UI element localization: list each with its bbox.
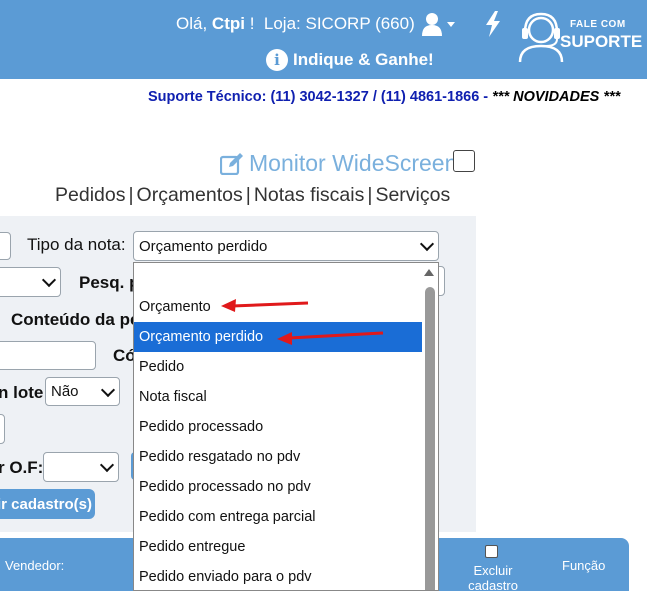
tab-notas-fiscais[interactable]: Notas fiscais bbox=[254, 184, 365, 206]
chevron-down-icon bbox=[41, 272, 57, 288]
option-pedido-processado-pdv[interactable]: Pedido processado no pdv bbox=[134, 472, 438, 502]
tab-separator: | bbox=[367, 184, 373, 206]
pesquisa-label: Pesq. p bbox=[79, 273, 140, 292]
of-select[interactable] bbox=[43, 452, 119, 482]
lote-select[interactable]: Não bbox=[45, 377, 120, 406]
chevron-down-icon bbox=[99, 457, 115, 473]
news-link[interactable]: *** NOVIDADES *** bbox=[492, 89, 620, 105]
support-phone-line: Suporte Técnico: (11) 3042-1327 / (11) 4… bbox=[148, 89, 620, 105]
option-pedido[interactable]: Pedido bbox=[134, 352, 438, 382]
indique-link[interactable]: i Indique & Ganhe! bbox=[266, 49, 434, 71]
scroll-up-icon[interactable] bbox=[424, 269, 434, 276]
greeting-suffix: ! bbox=[249, 14, 255, 33]
support-phones: Suporte Técnico: (11) 3042-1327 / (11) 4… bbox=[148, 89, 489, 105]
option-pedido-resgatado-pdv[interactable]: Pedido resgatado no pdv bbox=[134, 442, 438, 472]
chevron-down-icon bbox=[419, 236, 435, 252]
monitor-widescreen-title: Monitor WideScreen bbox=[220, 150, 457, 177]
excluir-cadastro-column: Excluir cadastro bbox=[468, 563, 518, 591]
tipo-nota-label: Tipo da nota: bbox=[27, 235, 126, 254]
conteudo-label: Conteúdo da pe bbox=[11, 310, 140, 329]
period-select[interactable] bbox=[0, 267, 61, 297]
top-header: Olá, Ctpi ! Loja: SICORP (660) FALE COM … bbox=[0, 0, 647, 79]
lote-value: Não bbox=[51, 383, 79, 400]
option-orcamento-perdido[interactable]: Orçamento perdido bbox=[134, 322, 438, 352]
indique-label: Indique & Ganhe! bbox=[293, 50, 434, 69]
info-icon: i bbox=[266, 49, 288, 71]
edit-icon bbox=[220, 152, 243, 175]
tipo-nota-value: Orçamento perdido bbox=[139, 237, 268, 255]
incluir-cadastro-label: ir cadastro(s) bbox=[0, 495, 93, 513]
user-name: Ctpi bbox=[211, 14, 245, 33]
tab-separator: | bbox=[128, 184, 134, 206]
headset-icon[interactable] bbox=[516, 10, 566, 62]
number-field[interactable] bbox=[0, 232, 11, 260]
tipo-nota-dropdown[interactable]: Orçamento Orçamento perdido Pedido Nota … bbox=[133, 262, 439, 591]
scroll-thumb[interactable] bbox=[425, 287, 435, 590]
support-small-label: FALE COM bbox=[570, 19, 626, 30]
dropdown-scrollbar[interactable] bbox=[422, 263, 438, 590]
dropdown-empty-option[interactable] bbox=[134, 263, 438, 292]
store-label: Loja: SICORP (660) bbox=[263, 14, 415, 33]
vendedor-column: Vendedor: bbox=[5, 558, 65, 573]
greeting-prefix: Olá, bbox=[176, 14, 208, 33]
tipo-nota-select[interactable]: Orçamento perdido bbox=[133, 231, 439, 261]
bolt-icon[interactable] bbox=[484, 11, 502, 37]
small-field[interactable] bbox=[0, 414, 5, 444]
option-pedido-entrega-parcial[interactable]: Pedido com entrega parcial bbox=[134, 502, 438, 532]
option-nota-fiscal[interactable]: Nota fiscal bbox=[134, 382, 438, 412]
option-pedido-processado[interactable]: Pedido processado bbox=[134, 412, 438, 442]
excluir-checkbox[interactable] bbox=[485, 545, 498, 558]
user-icon[interactable] bbox=[422, 12, 456, 36]
text-field[interactable] bbox=[0, 341, 96, 370]
funcao-column: Função bbox=[562, 558, 606, 573]
tab-separator: | bbox=[245, 184, 251, 206]
tab-servicos[interactable]: Serviços bbox=[375, 184, 450, 206]
chevron-down-icon bbox=[100, 382, 116, 397]
option-orcamento[interactable]: Orçamento bbox=[134, 292, 438, 322]
support-big-label: SUPORTE bbox=[560, 32, 643, 51]
option-pedido-enviado-pdv[interactable]: Pedido enviado para o pdv bbox=[134, 562, 438, 590]
monitor-widescreen-checkbox[interactable] bbox=[453, 150, 475, 172]
option-pedido-entregue[interactable]: Pedido entregue bbox=[134, 532, 438, 562]
tab-pedidos[interactable]: Pedidos bbox=[55, 184, 125, 206]
tabs-nav: Pedidos | Orçamentos | Notas fiscais | Serviço… bbox=[55, 184, 450, 207]
monitor-label: Monitor WideScreen bbox=[249, 150, 458, 176]
support-link[interactable]: FALE COM SUPORTE bbox=[560, 19, 643, 51]
lote-label: n lote: bbox=[0, 383, 49, 402]
incluir-cadastro-button[interactable]: ir cadastro(s) bbox=[0, 489, 95, 519]
tab-orcamentos[interactable]: Orçamentos bbox=[137, 184, 243, 206]
greeting: Olá, Ctpi ! Loja: SICORP (660) bbox=[176, 14, 415, 34]
of-label: r O.F: bbox=[0, 458, 44, 477]
